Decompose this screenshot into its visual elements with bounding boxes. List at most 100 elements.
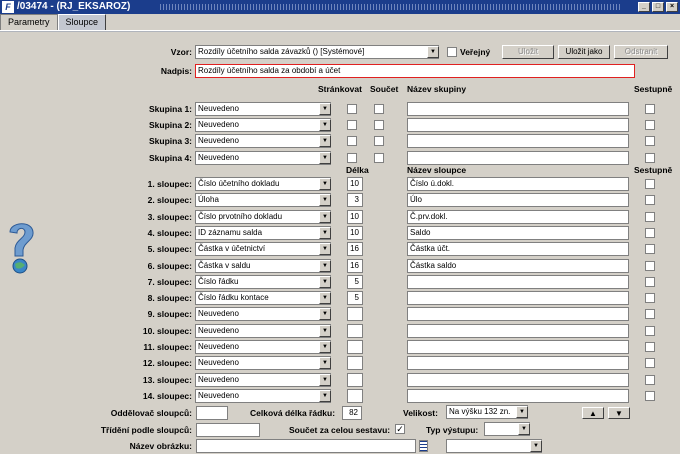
- column-select[interactable]: Částka v účetnictví ▼: [195, 242, 331, 257]
- chevron-down-icon[interactable]: ▼: [319, 194, 331, 207]
- column-name-input[interactable]: Číslo ú.dokl.: [407, 177, 629, 191]
- chevron-down-icon[interactable]: ▼: [319, 341, 331, 353]
- chevron-down-icon[interactable]: ▼: [516, 406, 528, 418]
- column-select[interactable]: Číslo účetního dokladu ▼: [195, 177, 331, 191]
- group-name-input[interactable]: [407, 102, 629, 116]
- column-desc-checkbox[interactable]: [645, 309, 655, 320]
- group-name-input[interactable]: [407, 151, 629, 165]
- column-name-input[interactable]: Č.prv.dokl.: [407, 209, 629, 224]
- column-name-input[interactable]: Částka saldo: [407, 258, 629, 273]
- tab-parametry[interactable]: Parametry: [0, 14, 58, 30]
- image-name-input[interactable]: [196, 439, 416, 453]
- close-icon[interactable]: ×: [666, 2, 678, 12]
- column-desc-checkbox[interactable]: [645, 227, 655, 238]
- column-select[interactable]: Neuvedeno ▼: [195, 356, 331, 371]
- column-select[interactable]: ID záznamu salda ▼: [195, 225, 331, 240]
- help-question-icon[interactable]: [4, 218, 38, 276]
- column-length-input[interactable]: 5: [347, 291, 363, 306]
- chevron-down-icon[interactable]: ▼: [518, 423, 530, 435]
- column-length-input[interactable]: 10: [347, 225, 363, 240]
- group-sum-checkbox[interactable]: [374, 136, 384, 146]
- group-desc-checkbox[interactable]: [645, 136, 655, 146]
- sort-input[interactable]: [196, 423, 260, 437]
- chevron-down-icon[interactable]: ▼: [319, 178, 331, 190]
- column-desc-checkbox[interactable]: [645, 342, 655, 352]
- chevron-down-icon[interactable]: ▼: [319, 308, 331, 321]
- column-name-input[interactable]: [407, 340, 629, 354]
- group-name-input[interactable]: [407, 134, 629, 148]
- column-name-input[interactable]: Saldo: [407, 225, 629, 240]
- chevron-down-icon[interactable]: ▼: [319, 226, 331, 239]
- column-select[interactable]: Neuvedeno ▼: [195, 388, 331, 403]
- column-select[interactable]: Úloha ▼: [195, 193, 331, 208]
- group-desc-checkbox[interactable]: [645, 120, 655, 130]
- column-length-input[interactable]: 3: [347, 193, 363, 208]
- group-paging-checkbox[interactable]: [347, 120, 357, 130]
- minimize-icon[interactable]: _: [638, 2, 650, 12]
- group-select[interactable]: Neuvedeno ▼: [195, 151, 331, 165]
- chevron-down-icon[interactable]: ▼: [530, 440, 542, 452]
- column-desc-checkbox[interactable]: [645, 374, 655, 385]
- group-name-input[interactable]: [407, 118, 629, 132]
- column-length-input[interactable]: 16: [347, 258, 363, 273]
- chevron-down-icon[interactable]: ▼: [319, 210, 331, 223]
- group-select[interactable]: Neuvedeno ▼: [195, 118, 331, 132]
- column-name-input[interactable]: Částka účt.: [407, 242, 629, 257]
- chevron-down-icon[interactable]: ▼: [319, 373, 331, 386]
- column-desc-checkbox[interactable]: [645, 358, 655, 369]
- column-name-input[interactable]: Úlo: [407, 193, 629, 208]
- column-select[interactable]: Neuvedeno ▼: [195, 307, 331, 322]
- group-paging-checkbox[interactable]: [347, 153, 357, 163]
- chevron-down-icon[interactable]: ▼: [427, 46, 439, 58]
- column-name-input[interactable]: [407, 356, 629, 371]
- public-checkbox[interactable]: [447, 47, 457, 57]
- list-icon[interactable]: [419, 440, 428, 452]
- column-length-input[interactable]: [347, 372, 363, 387]
- maximize-icon[interactable]: □: [652, 2, 664, 12]
- chevron-down-icon[interactable]: ▼: [319, 357, 331, 370]
- column-name-input[interactable]: [407, 274, 629, 289]
- column-select[interactable]: Neuvedeno ▼: [195, 340, 331, 354]
- column-length-input[interactable]: 10: [347, 177, 363, 191]
- column-length-input[interactable]: 5: [347, 274, 363, 289]
- save-button[interactable]: Uložit: [502, 45, 554, 59]
- column-select[interactable]: Neuvedeno ▼: [195, 372, 331, 387]
- column-name-input[interactable]: [407, 388, 629, 403]
- column-length-input[interactable]: [347, 340, 363, 354]
- chevron-down-icon[interactable]: ▼: [319, 292, 331, 305]
- title-input[interactable]: Rozdíly účetního salda za období a účet: [195, 64, 635, 78]
- column-select[interactable]: Neuvedeno ▼: [195, 323, 331, 338]
- chevron-down-icon[interactable]: ▼: [319, 135, 331, 147]
- save-as-button[interactable]: Uložit jako: [558, 45, 610, 59]
- column-select[interactable]: Číslo řádku kontace ▼: [195, 291, 331, 306]
- group-sum-checkbox[interactable]: [374, 153, 384, 163]
- size-select[interactable]: Na výšku 132 zn. ▼: [446, 405, 528, 419]
- group-select[interactable]: Neuvedeno ▼: [195, 102, 331, 116]
- group-paging-checkbox[interactable]: [347, 104, 357, 114]
- column-desc-checkbox[interactable]: [645, 325, 655, 336]
- group-sum-checkbox[interactable]: [374, 104, 384, 114]
- column-desc-checkbox[interactable]: [645, 179, 655, 189]
- column-length-input[interactable]: [347, 307, 363, 322]
- group-desc-checkbox[interactable]: [645, 104, 655, 114]
- move-up-button[interactable]: ▲: [582, 407, 604, 419]
- column-length-input[interactable]: 16: [347, 242, 363, 257]
- column-length-input[interactable]: [347, 323, 363, 338]
- column-desc-checkbox[interactable]: [645, 244, 655, 255]
- tab-sloupce[interactable]: Sloupce: [57, 14, 107, 30]
- group-paging-checkbox[interactable]: [347, 136, 357, 146]
- chevron-down-icon[interactable]: ▼: [319, 152, 331, 164]
- vzor-select[interactable]: Rozdíly účetního salda závazků () [Systé…: [195, 45, 439, 59]
- sum-all-checkbox[interactable]: ✓: [395, 424, 405, 434]
- column-desc-checkbox[interactable]: [645, 293, 655, 304]
- output-type-select[interactable]: ▼: [484, 422, 530, 436]
- image-select[interactable]: ▼: [446, 439, 542, 453]
- column-length-input[interactable]: [347, 388, 363, 403]
- group-sum-checkbox[interactable]: [374, 120, 384, 130]
- column-name-input[interactable]: [407, 307, 629, 322]
- column-desc-checkbox[interactable]: [645, 195, 655, 206]
- column-name-input[interactable]: [407, 291, 629, 306]
- column-desc-checkbox[interactable]: [645, 390, 655, 401]
- column-desc-checkbox[interactable]: [645, 211, 655, 222]
- column-select[interactable]: Číslo řádku ▼: [195, 274, 331, 289]
